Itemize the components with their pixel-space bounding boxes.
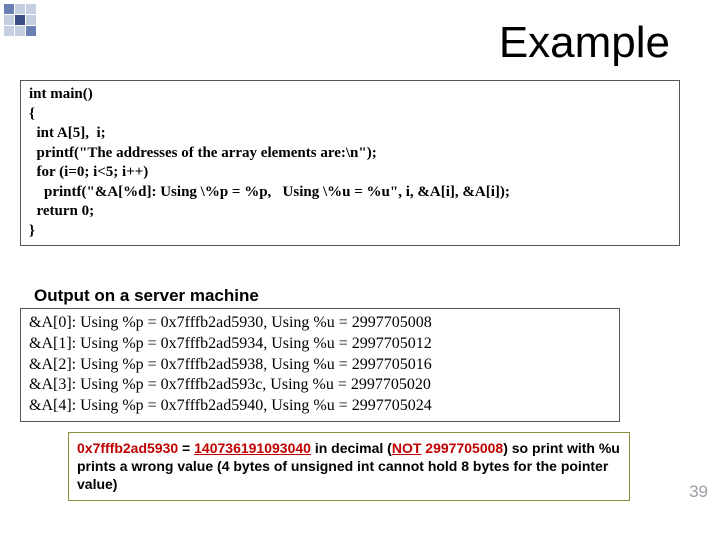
- code-line: return 0;: [29, 202, 671, 222]
- code-line: }: [29, 222, 671, 242]
- output-line: &A[1]: Using %p = 0x7fffb2ad5934, Using …: [29, 334, 611, 355]
- note-text: in decimal (: [311, 440, 392, 456]
- note-box: 0x7fffb2ad5930 = 140736191093040 in deci…: [68, 432, 630, 501]
- logo-squares: [4, 4, 36, 36]
- output-line: &A[0]: Using %p = 0x7fffb2ad5930, Using …: [29, 313, 611, 334]
- note-not: NOT: [392, 440, 422, 456]
- code-line: int main(): [29, 85, 671, 105]
- note-decimal: 140736191093040: [194, 440, 311, 456]
- page-number: 39: [689, 482, 708, 502]
- output-line: &A[4]: Using %p = 0x7fffb2ad5940, Using …: [29, 396, 611, 417]
- code-line: printf("&A[%d]: Using \%p = %p, Using \%…: [29, 183, 671, 203]
- code-box: int main() { int A[5], i; printf("The ad…: [20, 80, 680, 246]
- note-hex: 0x7fffb2ad5930: [77, 440, 178, 456]
- slide-title: Example: [499, 18, 670, 68]
- code-line: for (i=0; i<5; i++): [29, 163, 671, 183]
- code-line: {: [29, 105, 671, 125]
- output-line: &A[3]: Using %p = 0x7fffb2ad593c, Using …: [29, 375, 611, 396]
- code-line: printf("The addresses of the array eleme…: [29, 144, 671, 164]
- note-wrong: 2997705008: [421, 440, 503, 456]
- output-box: &A[0]: Using %p = 0x7fffb2ad5930, Using …: [20, 308, 620, 422]
- code-line: int A[5], i;: [29, 124, 671, 144]
- output-line: &A[2]: Using %p = 0x7fffb2ad5938, Using …: [29, 355, 611, 376]
- note-text: =: [178, 440, 194, 456]
- output-label: Output on a server machine: [34, 286, 259, 306]
